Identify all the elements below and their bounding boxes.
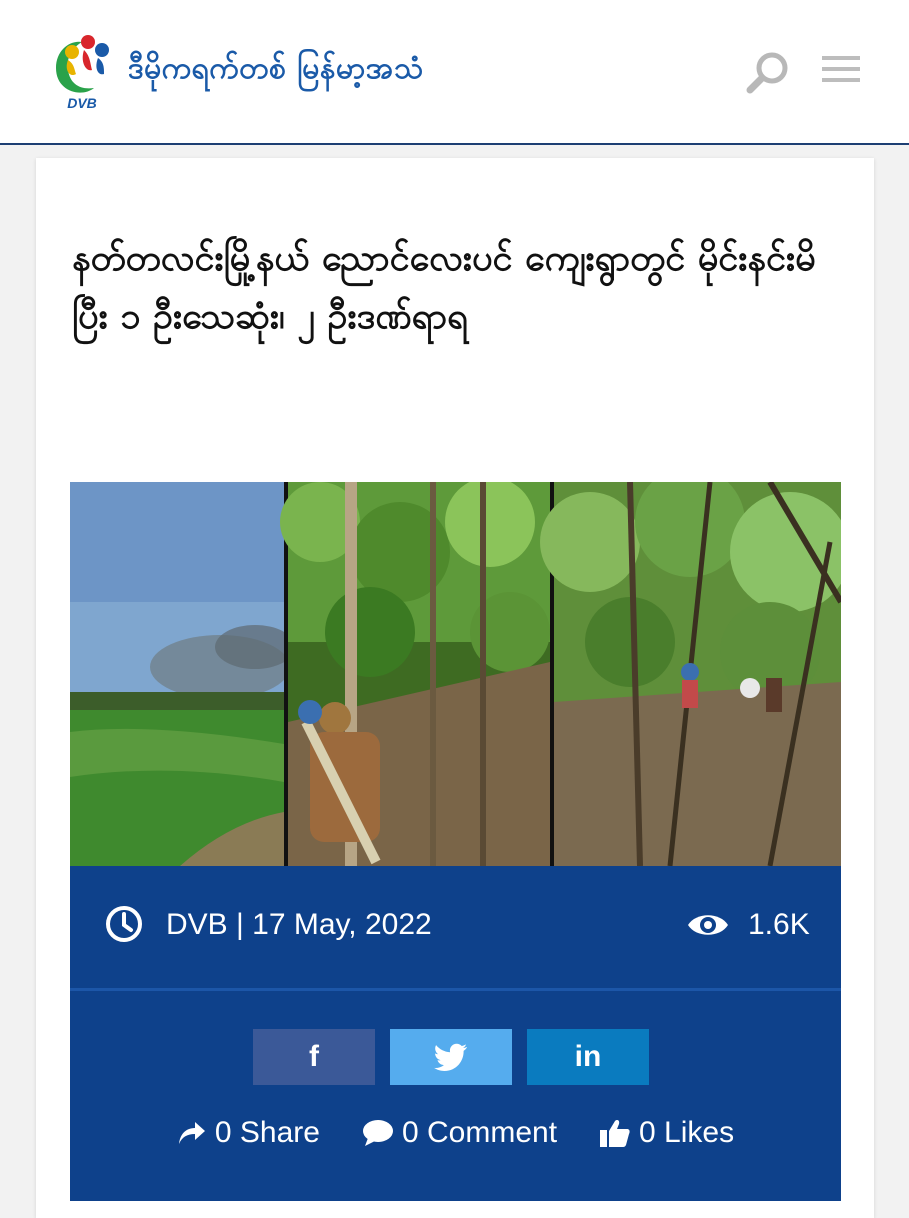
article-meta-bar: DVB | 17 May, 2022 1.6K <box>70 866 841 990</box>
share-arrow-icon <box>178 1122 205 1144</box>
engagement-stats: 0 Share 0 Comment 0 Likes <box>70 1111 841 1155</box>
thumbs-up-icon <box>600 1120 630 1147</box>
author-date[interactable]: DVB | 17 May, 2022 <box>166 908 432 942</box>
likes-count: 0 Likes <box>639 1116 735 1149</box>
linkedin-share-button[interactable]: in <box>527 1029 649 1085</box>
site-header: DVB ဒီမိုကရက်တစ် မြန်မာ့အသံ <box>0 0 909 145</box>
comment-stat[interactable]: 0 Comment <box>362 1111 557 1155</box>
comment-count: 0 Comment <box>401 1116 558 1149</box>
article-card: နတ်တလင်းမြို့နယ် ညောင်လေးပင် ကျေးရွာတွင်… <box>36 158 874 1218</box>
article-photo[interactable] <box>70 482 841 866</box>
hamburger-menu-icon[interactable] <box>820 54 862 84</box>
eye-icon <box>686 910 730 940</box>
svg-text:DVB: DVB <box>67 95 97 110</box>
search-icon[interactable] <box>744 50 790 96</box>
dvb-logo-icon[interactable]: DVB <box>42 30 122 111</box>
likes-stat[interactable]: 0 Likes <box>599 1111 734 1155</box>
article-title[interactable]: နတ်တလင်းမြို့နယ် ညောင်လေးပင် ကျေးရွာတွင်… <box>72 230 842 346</box>
share-panel: f in 0 Share 0 Comment 0 Likes <box>70 991 841 1201</box>
clock-icon <box>104 904 144 944</box>
twitter-share-button[interactable] <box>390 1029 512 1085</box>
twitter-icon <box>434 1043 467 1071</box>
facebook-icon: f <box>309 1040 319 1073</box>
view-count: 1.6K <box>748 908 810 941</box>
share-stat[interactable]: 0 Share <box>177 1111 320 1155</box>
comment-icon <box>362 1120 393 1146</box>
linkedin-icon: in <box>574 1040 602 1073</box>
share-count: 0 Share <box>214 1116 320 1149</box>
facebook-share-button[interactable]: f <box>253 1029 375 1085</box>
brand-name[interactable]: ဒီမိုကရက်တစ် မြန်မာ့အသံ <box>128 48 423 93</box>
